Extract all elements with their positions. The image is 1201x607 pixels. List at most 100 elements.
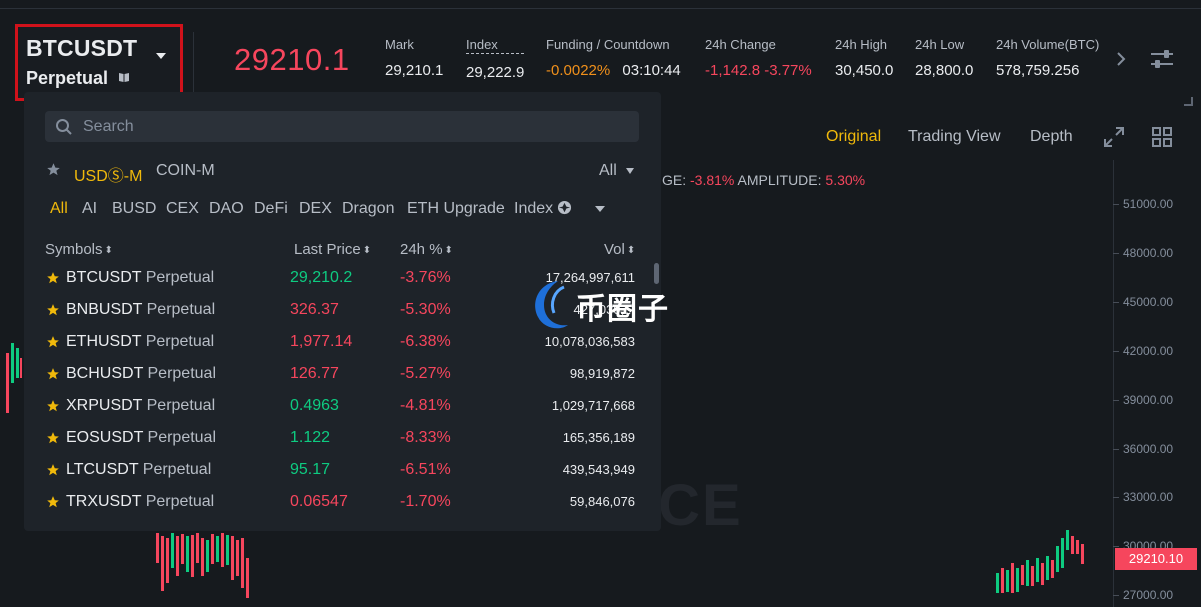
candle-info-line: GE: -3.81% AMPLITUDE: 5.30% (662, 172, 865, 188)
column-label: Last Price (294, 241, 361, 258)
row-volume: 10,078,036,583 (544, 334, 635, 349)
symbol-row[interactable]: TRXUSDT Perpetual 0.06547 -1.70% 59,846,076 (44, 487, 644, 519)
symbol-name: BTCUSDT (26, 35, 138, 61)
star-icon[interactable] (46, 399, 60, 413)
category-eth-upgrade[interactable]: ETH Upgrade (407, 200, 505, 218)
index-info-icon (558, 200, 572, 215)
axis-label: 39000.00 (1123, 393, 1174, 407)
row-volume: 165,356,189 (562, 430, 635, 445)
stat-funding: Funding / Countdown -0.0022% 03:10:44 (546, 37, 681, 79)
sort-icon: ⬍ (444, 245, 453, 256)
category-dragon[interactable]: Dragon (342, 200, 394, 218)
star-icon[interactable] (46, 303, 60, 317)
row-volume: 59,846,076 (569, 494, 635, 509)
symbol-code: TRXUSDT (66, 493, 142, 510)
stat-value: 29,222.9 (466, 64, 525, 81)
symbol-type: Perpetual (147, 429, 217, 446)
funding-rate: -0.0022% (546, 62, 611, 79)
symbol-code: BNBUSDT (66, 301, 143, 318)
column-header-last-price[interactable]: Last Price ⬍ (294, 241, 371, 258)
search-icon (56, 119, 72, 135)
category-all[interactable]: All (50, 200, 68, 218)
star-icon[interactable] (46, 495, 60, 509)
category-ai[interactable]: AI (82, 200, 97, 218)
stat-label: 24h Change (705, 37, 776, 52)
expand-icon[interactable] (1103, 126, 1125, 148)
price-axis-line (1113, 160, 1114, 607)
symbol-selector[interactable]: BTCUSDT Perpetual (15, 24, 183, 101)
category-cex[interactable]: CEX (166, 200, 199, 218)
tab-depth[interactable]: Depth (1030, 128, 1073, 146)
axis-label: 27000.00 (1123, 588, 1174, 602)
axis-label: 45000.00 (1123, 295, 1174, 309)
row-symbol: BTCUSDT Perpetual (66, 269, 214, 287)
symbol-code: BTCUSDT (66, 269, 142, 286)
change-label: GE: (662, 172, 687, 188)
category-dao[interactable]: DAO (209, 200, 244, 218)
tab-coin-m[interactable]: COIN-M (156, 162, 215, 180)
caret-down-icon[interactable] (155, 50, 167, 62)
symbol-row[interactable]: XRPUSDT Perpetual 0.4963 -4.81% 1,029,717,6… (44, 391, 644, 423)
book-icon[interactable] (118, 71, 130, 83)
caret-down-icon[interactable] (594, 203, 606, 215)
symbol-row[interactable]: LTCUSDT Perpetual 95.17 -6.51% 439,543,949 (44, 455, 644, 487)
contract-type: Perpetual (26, 68, 109, 88)
grid-layout-icon[interactable] (1151, 126, 1173, 148)
row-last-price: 0.4963 (290, 397, 339, 414)
row-24h-change: -4.81% (400, 397, 451, 414)
tab-trading-view[interactable]: Trading View (908, 128, 1001, 146)
star-icon[interactable] (46, 271, 60, 285)
funding-countdown: 03:10:44 (622, 62, 681, 79)
star-icon[interactable] (46, 367, 60, 381)
symbol-row[interactable]: BCHUSDT Perpetual 126.77 -5.27% 98,919,872 (44, 359, 644, 391)
row-last-price: 1.122 (290, 429, 331, 446)
column-header-volume[interactable]: Vol ⬍ (604, 241, 635, 258)
row-24h-change: -1.70% (400, 493, 451, 510)
row-symbol: EOSUSDT Perpetual (66, 429, 216, 447)
column-header-24h-change[interactable]: 24h % ⬍ (400, 241, 453, 258)
all-filter-select[interactable]: All (599, 162, 617, 180)
chevron-right-icon[interactable] (1114, 52, 1128, 66)
row-symbol: ETHUSDT Perpetual (66, 333, 214, 351)
settings-sliders-icon[interactable] (1150, 48, 1174, 70)
star-icon[interactable] (46, 431, 60, 445)
axis-tick (1113, 595, 1119, 596)
row-volume: 439,543,949 (562, 462, 635, 477)
stat-mark: Mark 29,210.1 (385, 37, 443, 79)
tab-usd-m[interactable]: USDⓈ-M (74, 162, 142, 186)
candles-left (6, 343, 22, 413)
stat-index[interactable]: Index 29,222.9 (466, 37, 525, 81)
axis-label: 51000.00 (1123, 197, 1174, 211)
sort-icon: ⬍ (362, 245, 372, 256)
row-last-price: 95.17 (290, 461, 331, 478)
stat-24h-low: 24h Low 28,800.0 (915, 37, 973, 79)
stat-value: 578,759.256 (996, 62, 1080, 79)
symbol-code: LTCUSDT (66, 461, 139, 478)
tab-original[interactable]: Original (826, 128, 881, 146)
category-index[interactable]: Index (514, 200, 572, 218)
symbol-code: EOSUSDT (66, 429, 144, 446)
star-icon[interactable] (46, 335, 60, 349)
resize-corner-icon[interactable] (1183, 96, 1193, 106)
stat-value: 29,210.1 (385, 62, 444, 79)
category-defi[interactable]: DeFi (254, 200, 288, 218)
search-input[interactable] (83, 111, 623, 142)
column-header-symbols[interactable]: Symbols ⬍ (45, 241, 113, 258)
symbol-type: Perpetual (146, 301, 216, 318)
symbol-row[interactable]: EOSUSDT Perpetual 1.122 -8.33% 165,356,189 (44, 423, 644, 455)
stat-24h-change: 24h Change -1,142.8 -3.77% (705, 37, 812, 79)
sort-icon: ⬍ (104, 245, 113, 256)
stat-value: 28,800.0 (915, 62, 974, 79)
caret-down-icon[interactable] (625, 166, 635, 176)
category-busd[interactable]: BUSD (112, 200, 156, 218)
row-last-price: 326.37 (290, 301, 339, 318)
stat-value: -0.0022% 03:10:44 (546, 62, 681, 79)
site-logo-text: 币圈子 (576, 293, 669, 326)
row-last-price: 0.06547 (290, 493, 348, 510)
star-icon[interactable] (46, 463, 60, 477)
search-box[interactable] (45, 111, 639, 142)
row-24h-change: -5.27% (400, 365, 451, 382)
stat-label[interactable]: Index (466, 37, 525, 54)
category-dex[interactable]: DEX (299, 200, 332, 218)
star-icon[interactable] (46, 162, 61, 177)
